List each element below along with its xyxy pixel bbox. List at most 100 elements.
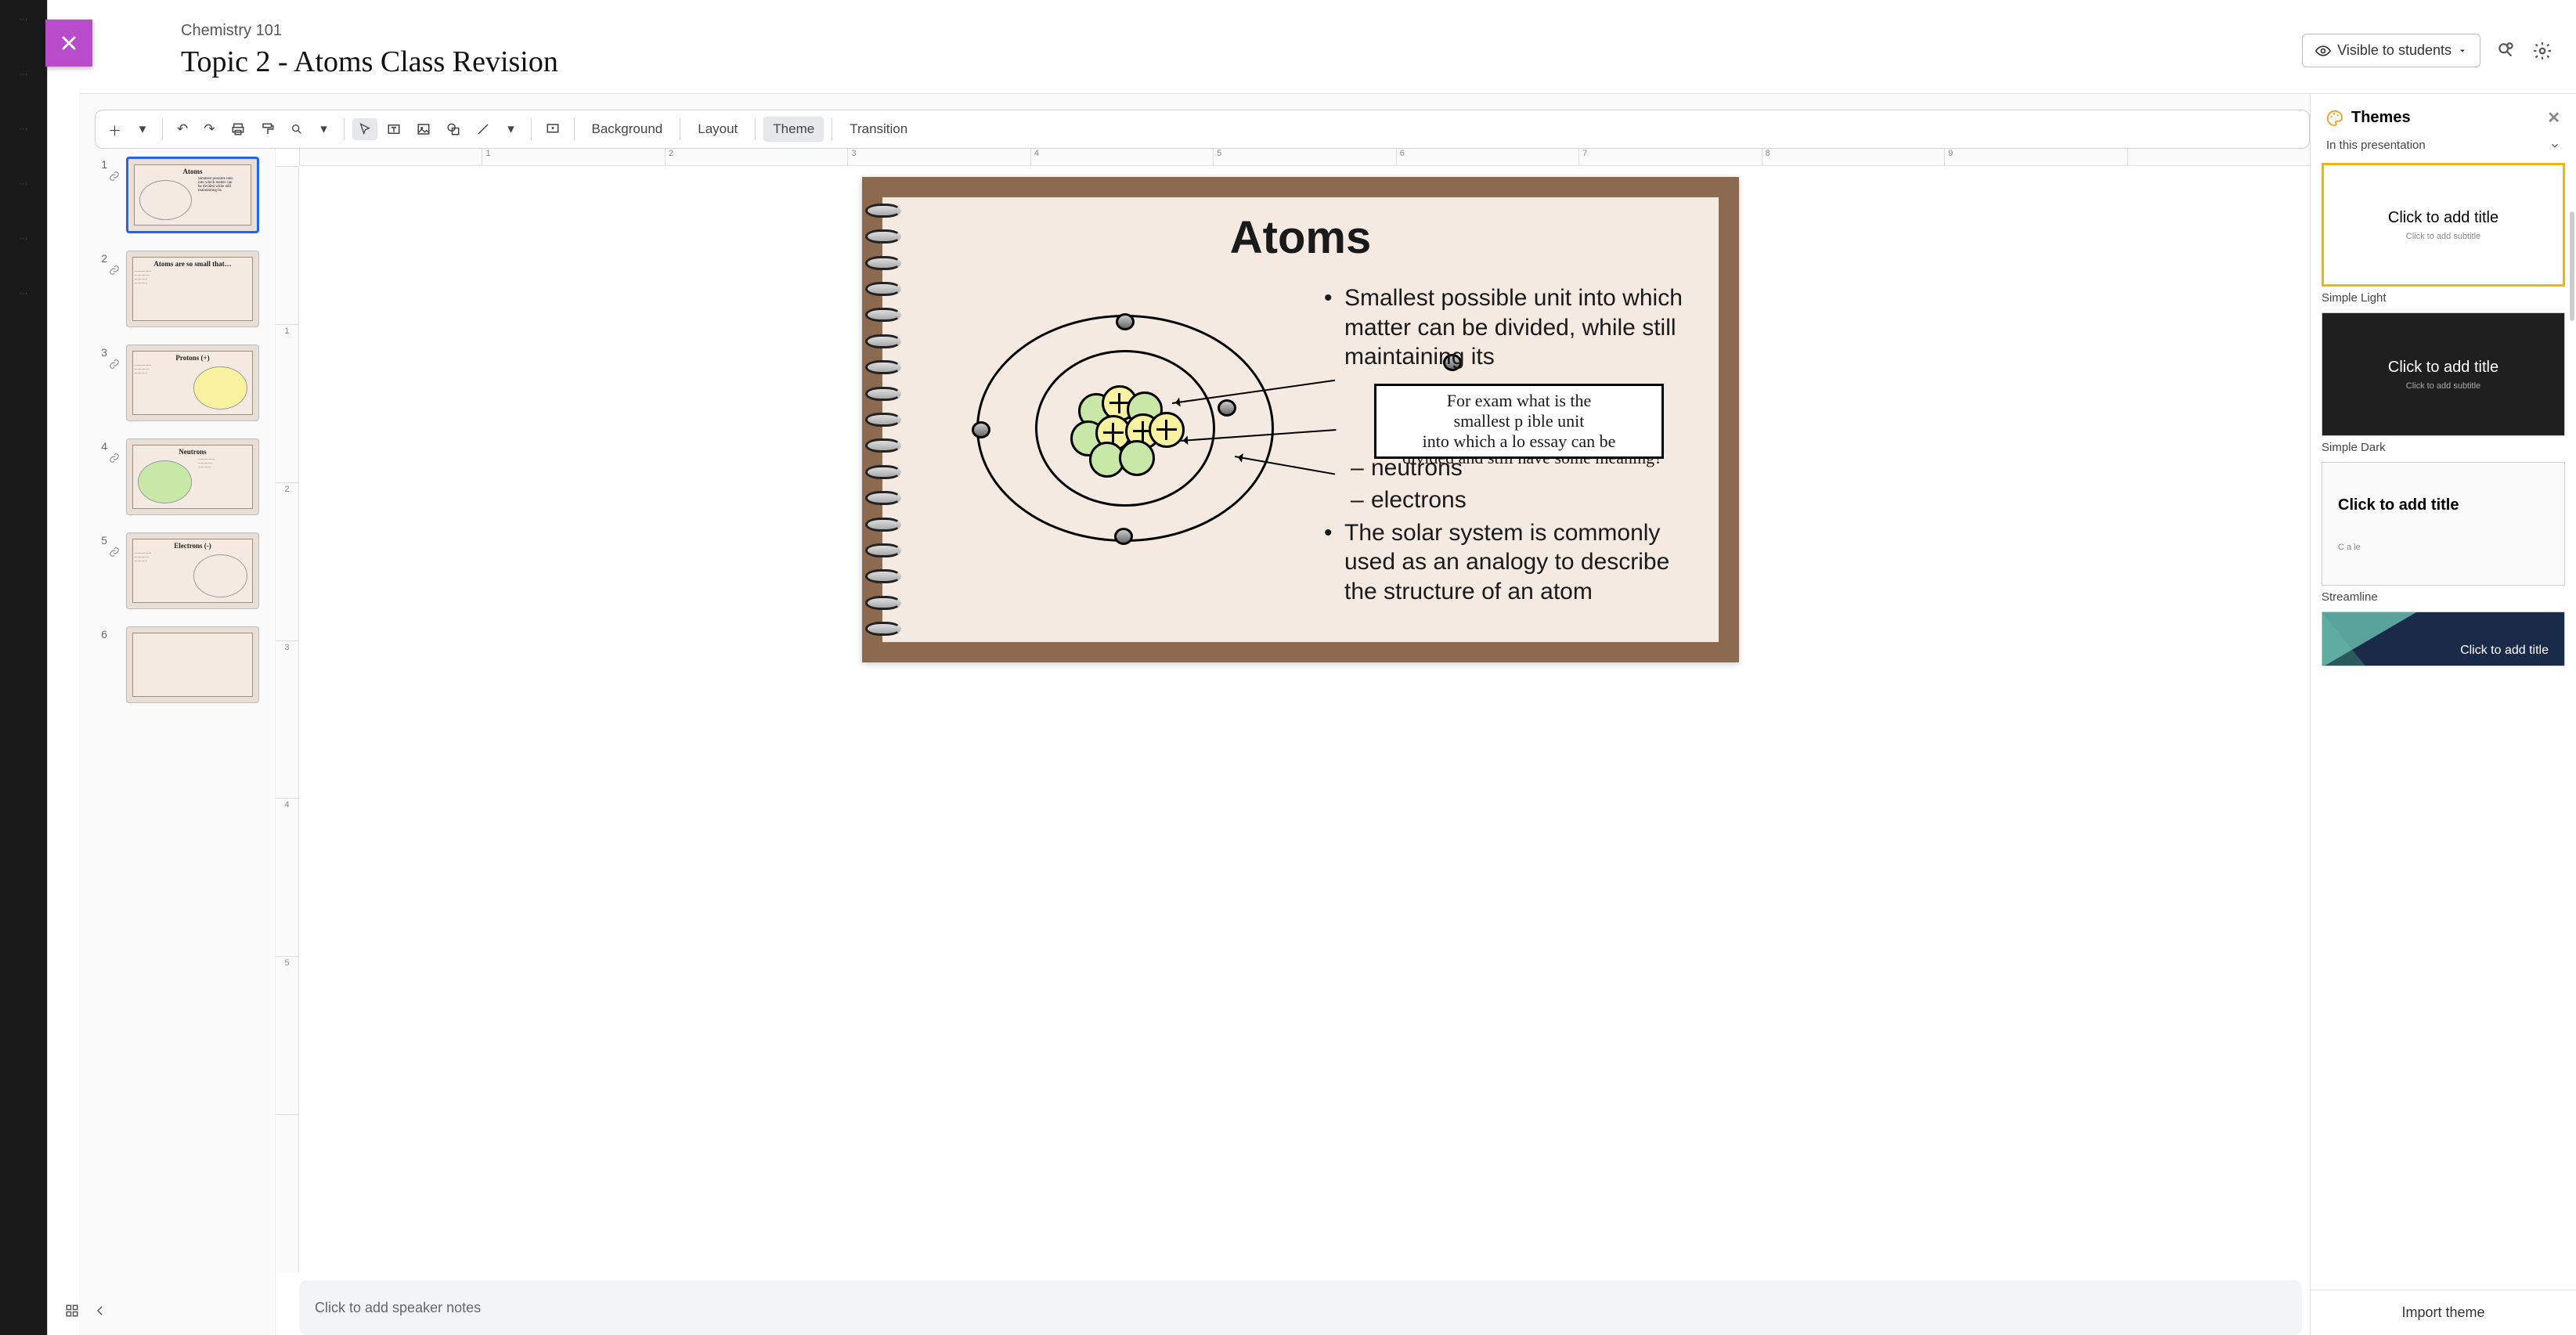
thumb-title: Electrons (-) bbox=[174, 542, 211, 550]
zoom-icon bbox=[290, 123, 303, 135]
thumb-title: Atoms bbox=[183, 168, 203, 175]
link-icon bbox=[109, 547, 123, 561]
theme-preview-subtitle: Click to add subtitle bbox=[2406, 381, 2480, 391]
theme-preview-title: Click to add title bbox=[2460, 644, 2549, 658]
breadcrumb[interactable]: Chemistry 101 bbox=[181, 22, 558, 40]
theme-preview[interactable]: Click to add title Click to add subtitle bbox=[2322, 312, 2565, 436]
background-button[interactable]: Background bbox=[583, 117, 673, 142]
app-window: Chemistry 101 Topic 2 - Atoms Class Revi… bbox=[47, 0, 2576, 1335]
theme-button[interactable]: Theme bbox=[763, 117, 824, 142]
themes-subtitle: In this presentation bbox=[2326, 139, 2426, 152]
scrollbar-thumb[interactable] bbox=[2570, 211, 2574, 321]
settings-icon[interactable] bbox=[2532, 41, 2553, 61]
slide[interactable]: Atoms bbox=[862, 177, 1739, 662]
shape-button[interactable] bbox=[440, 117, 467, 141]
close-button[interactable] bbox=[45, 20, 92, 67]
toolbar: ＋ ▾ ↶ ↷ ▾ ▾ Background bbox=[95, 110, 2310, 149]
grid-view-icon[interactable] bbox=[79, 1304, 81, 1319]
redo-button[interactable]: ↷ bbox=[197, 117, 221, 142]
canvas: 123456789 12345 Atoms bbox=[275, 149, 2310, 1335]
themes-section-toggle[interactable]: In this presentation bbox=[2311, 132, 2576, 163]
zoom-button[interactable] bbox=[284, 118, 309, 140]
nav-item-icon: ··· bbox=[12, 172, 35, 196]
paint-format-button[interactable] bbox=[254, 117, 281, 141]
caret-down-icon bbox=[2458, 46, 2467, 56]
chevron-left-icon[interactable] bbox=[93, 1304, 109, 1319]
themes-panel: Themes ✕ In this presentation Click to a… bbox=[2310, 94, 2576, 1335]
body: ＋ ▾ ↶ ↷ ▾ ▾ Background bbox=[79, 94, 2576, 1335]
thumb-number: 2 bbox=[95, 251, 107, 265]
cursor-icon bbox=[359, 123, 371, 135]
zoom-dropdown[interactable]: ▾ bbox=[312, 117, 336, 142]
speaker-notes[interactable]: Click to add speaker notes bbox=[299, 1280, 2302, 1335]
theme-preview[interactable]: Click to add title bbox=[2322, 612, 2565, 666]
speaker-notes-placeholder: Click to add speaker notes bbox=[315, 1300, 481, 1316]
slide-thumbnail[interactable]: Protons (+).............................… bbox=[126, 345, 259, 421]
visibility-button[interactable]: Visible to students bbox=[2302, 34, 2480, 67]
thumb-title: Atoms are so small that… bbox=[153, 260, 231, 268]
paint-roller-icon bbox=[261, 122, 275, 136]
theme-preview[interactable]: Click to add title Click to add subtitle bbox=[2322, 163, 2565, 287]
line-dropdown[interactable]: ▾ bbox=[500, 117, 523, 142]
theme-preview-title: Click to add title bbox=[2338, 496, 2459, 514]
theme-label: Simple Light bbox=[2322, 291, 2565, 305]
nav-item-icon: ··· bbox=[12, 227, 35, 251]
undo-button[interactable]: ↶ bbox=[171, 117, 194, 142]
slide-thumbnail[interactable]: Neutrons................................… bbox=[126, 438, 259, 515]
theme-preview[interactable]: Click to add title C a le bbox=[2322, 462, 2565, 586]
textbox-button[interactable] bbox=[381, 117, 407, 141]
slide-thumbnail[interactable] bbox=[126, 626, 259, 703]
thumb-number: 4 bbox=[95, 438, 107, 453]
comment-button[interactable] bbox=[539, 117, 566, 141]
annotation-line: into which a lo essay can be bbox=[1386, 431, 1652, 452]
link-icon bbox=[109, 265, 123, 280]
layout-button[interactable]: Layout bbox=[688, 117, 747, 142]
ruler-vertical[interactable]: 12345 bbox=[276, 166, 299, 1272]
editor-column: ＋ ▾ ↶ ↷ ▾ ▾ Background bbox=[79, 94, 2310, 1335]
page-title[interactable]: Topic 2 - Atoms Class Revision bbox=[181, 45, 558, 79]
bullet-sub-item: electrons bbox=[1324, 485, 1695, 515]
import-theme-button[interactable]: Import theme bbox=[2311, 1290, 2576, 1335]
slide-thumbnail[interactable]: Atoms are so small that…................… bbox=[126, 251, 259, 327]
slide-thumbnail[interactable]: AtomsSmallest possible unitinto which ma… bbox=[126, 157, 259, 233]
link-icon bbox=[109, 453, 123, 467]
editor-main: 1 AtomsSmallest possible unitinto which … bbox=[95, 149, 2310, 1335]
theme-preview-title: Click to add title bbox=[2388, 209, 2498, 227]
select-tool-button[interactable] bbox=[352, 118, 377, 140]
annotation-callout[interactable]: For exam what is the smallest p ible uni… bbox=[1374, 384, 1664, 459]
thumb-title: Neutrons bbox=[179, 448, 206, 456]
line-button[interactable] bbox=[470, 117, 496, 141]
theme-preview-subtitle: C a le bbox=[2338, 543, 2361, 552]
atom-diagram[interactable] bbox=[945, 283, 1316, 626]
thumb-number: 6 bbox=[95, 626, 107, 640]
slide-thumbnail[interactable]: Electrons (-)...........................… bbox=[126, 532, 259, 609]
link-icon bbox=[109, 359, 123, 373]
new-slide-dropdown[interactable]: ▾ bbox=[131, 117, 154, 142]
transition-button[interactable]: Transition bbox=[840, 117, 917, 142]
nav-item-icon: ··· bbox=[12, 282, 35, 305]
line-icon bbox=[476, 122, 490, 136]
canvas-scroll[interactable]: Atoms bbox=[299, 166, 2302, 1272]
textbox-icon bbox=[387, 122, 401, 136]
theme-preview-title: Click to add title bbox=[2388, 359, 2498, 377]
slide-title[interactable]: Atoms bbox=[882, 211, 1719, 264]
palette-icon bbox=[2326, 110, 2343, 127]
chevron-down-icon bbox=[2549, 140, 2560, 151]
print-button[interactable] bbox=[225, 117, 251, 141]
thumb-number: 5 bbox=[95, 532, 107, 547]
theme-label: Streamline bbox=[2322, 590, 2565, 604]
ruler-horizontal[interactable]: 123456789 bbox=[299, 149, 2310, 166]
new-slide-button[interactable]: ＋ bbox=[102, 115, 128, 144]
print-icon bbox=[231, 122, 245, 136]
themes-list[interactable]: Click to add title Click to add subtitle… bbox=[2311, 163, 2576, 1290]
thumb-number: 1 bbox=[95, 157, 107, 171]
theme-label: Simple Dark bbox=[2322, 441, 2565, 454]
nav-item-icon: ··· bbox=[12, 8, 35, 31]
nav-item-icon: ··· bbox=[12, 117, 35, 141]
image-button[interactable] bbox=[410, 117, 437, 141]
footer-icons bbox=[79, 1304, 109, 1319]
image-icon bbox=[417, 122, 431, 136]
bullet-item: Smallest possible unit into which matter… bbox=[1324, 283, 1695, 372]
search-people-icon[interactable] bbox=[2496, 41, 2516, 61]
themes-close-button[interactable]: ✕ bbox=[2547, 108, 2560, 128]
